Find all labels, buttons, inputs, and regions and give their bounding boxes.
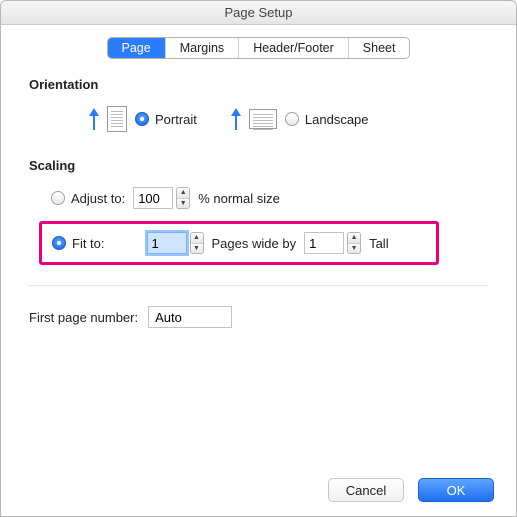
- fit-tall-suffix: Tall: [369, 236, 389, 251]
- portrait-label: Portrait: [155, 112, 197, 127]
- scaling-title: Scaling: [29, 158, 488, 173]
- orientation-title: Orientation: [29, 77, 488, 92]
- radio-dot-icon: [285, 112, 299, 126]
- fit-tall-stepper[interactable]: ▲ ▼: [347, 232, 361, 254]
- adjust-to-stepper[interactable]: ▲ ▼: [176, 187, 190, 209]
- chevron-up-icon[interactable]: ▲: [191, 233, 203, 244]
- adjust-to-radio[interactable]: Adjust to:: [51, 191, 125, 206]
- first-page-number-input[interactable]: [148, 306, 232, 328]
- adjust-to-label: Adjust to:: [71, 191, 125, 206]
- fit-to-highlight: Fit to: ▲ ▼ Pages wide by ▲: [39, 221, 439, 265]
- landscape-label: Landscape: [305, 112, 369, 127]
- dialog-content: Orientation Portrait Landscape Scaling A…: [1, 77, 516, 328]
- dialog-footer: Cancel OK: [328, 478, 494, 502]
- window-title: Page Setup: [1, 1, 516, 25]
- radio-dot-icon: [135, 112, 149, 126]
- chevron-down-icon[interactable]: ▼: [348, 244, 360, 254]
- tab-bar: Page Margins Header/Footer Sheet: [1, 37, 516, 59]
- fit-wide-input[interactable]: [147, 232, 187, 254]
- tab-page[interactable]: Page: [108, 38, 165, 58]
- tab-header-footer[interactable]: Header/Footer: [238, 38, 348, 58]
- adjust-to-input-group: ▲ ▼: [133, 187, 190, 209]
- fit-middle-label: Pages wide by: [212, 236, 297, 251]
- orientation-row: Portrait Landscape: [89, 106, 488, 132]
- page-setup-dialog: Page Setup Page Margins Header/Footer Sh…: [0, 0, 517, 517]
- chevron-up-icon[interactable]: ▲: [177, 188, 189, 199]
- adjust-to-suffix: % normal size: [198, 191, 280, 206]
- landscape-arrow-icon: [231, 108, 241, 130]
- divider: [29, 285, 488, 286]
- fit-tall-input-group: ▲ ▼: [304, 232, 361, 254]
- fit-to-row: Fit to: ▲ ▼ Pages wide by ▲: [52, 232, 426, 254]
- landscape-radio[interactable]: Landscape: [285, 112, 369, 127]
- segmented-control: Page Margins Header/Footer Sheet: [107, 37, 411, 59]
- radio-dot-icon: [52, 236, 66, 250]
- fit-to-radio[interactable]: Fit to:: [52, 236, 105, 251]
- landscape-page-icon: [249, 109, 277, 129]
- fit-tall-input[interactable]: [304, 232, 344, 254]
- adjust-to-row: Adjust to: ▲ ▼ % normal size: [51, 187, 488, 209]
- fit-wide-input-group: ▲ ▼: [147, 232, 204, 254]
- chevron-down-icon[interactable]: ▼: [177, 199, 189, 209]
- first-page-number-label: First page number:: [29, 310, 138, 325]
- tab-margins[interactable]: Margins: [165, 38, 238, 58]
- fit-to-label: Fit to:: [72, 236, 105, 251]
- fit-wide-stepper[interactable]: ▲ ▼: [190, 232, 204, 254]
- adjust-to-input[interactable]: [133, 187, 173, 209]
- scaling-rows: Adjust to: ▲ ▼ % normal size Fit to:: [51, 187, 488, 265]
- portrait-arrow-icon: [89, 108, 99, 130]
- cancel-button[interactable]: Cancel: [328, 478, 404, 502]
- first-page-number-row: First page number:: [29, 306, 488, 328]
- radio-dot-icon: [51, 191, 65, 205]
- chevron-up-icon[interactable]: ▲: [348, 233, 360, 244]
- tab-sheet[interactable]: Sheet: [348, 38, 410, 58]
- chevron-down-icon[interactable]: ▼: [191, 244, 203, 254]
- portrait-page-icon: [107, 106, 127, 132]
- portrait-radio[interactable]: Portrait: [135, 112, 197, 127]
- ok-button[interactable]: OK: [418, 478, 494, 502]
